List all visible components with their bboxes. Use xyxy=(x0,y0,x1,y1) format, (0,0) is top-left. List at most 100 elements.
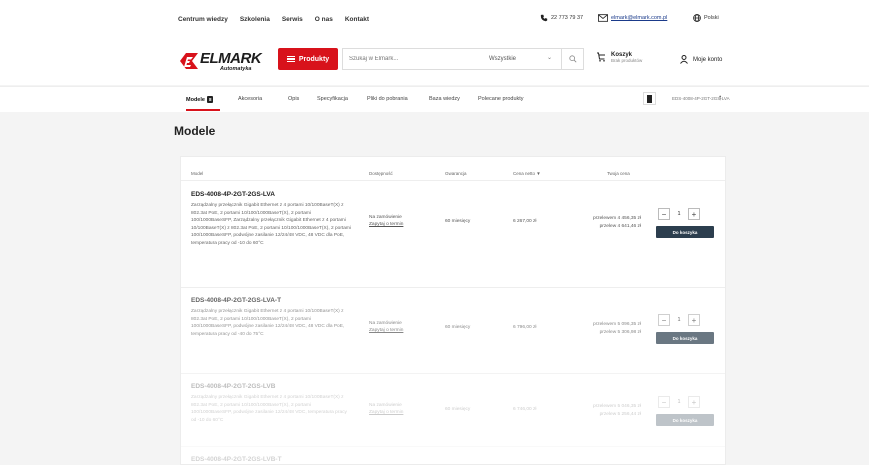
quantity-stepper: − 1 + xyxy=(658,208,700,220)
table-header: Model Dostępność Gwarancja Cena netto ▼ … xyxy=(181,157,725,181)
product-name[interactable]: EDS-4008-4P-2GT-2GS-LVA-T xyxy=(191,297,281,304)
topnav-about[interactable]: O nas xyxy=(315,16,333,23)
quantity-value[interactable]: 1 xyxy=(676,211,682,217)
products-menu-button[interactable]: Produkty xyxy=(278,48,338,70)
topnav-service[interactable]: Serwis xyxy=(282,16,303,23)
top-bar: Centrum wiedzy Szkolenia Serwis O nas Ko… xyxy=(0,0,869,38)
price-block: przelewem 4 456,35 zł przelew 4 641,46 z… xyxy=(561,215,641,231)
net-price: 6 796,00 zł xyxy=(513,325,537,330)
th-net-price[interactable]: Cena netto ▼ xyxy=(513,171,541,176)
ask-term-link[interactable]: Zapytaj o termin xyxy=(369,222,403,227)
active-tab-indicator xyxy=(186,109,220,111)
phone-number: 22 773 79 37 xyxy=(551,15,584,21)
add-to-cart-button[interactable]: Do koszyka xyxy=(656,414,714,426)
search-input[interactable] xyxy=(349,49,479,69)
quantity-stepper: − 1 + xyxy=(658,396,700,408)
account-link[interactable]: Moje konto xyxy=(680,55,722,64)
device-icon xyxy=(647,94,652,103)
price-b-label: przelew xyxy=(599,412,617,417)
tab-models[interactable]: Modele 8 xyxy=(186,96,214,103)
email-link[interactable]: elmark@elmark.com.pl xyxy=(598,14,667,22)
quantity-value[interactable]: 1 xyxy=(676,317,682,323)
cart-link[interactable]: Koszyk Brak produktów xyxy=(596,52,642,63)
globe-icon xyxy=(693,14,701,22)
decrement-button[interactable]: − xyxy=(658,314,670,326)
product-name[interactable]: EDS-4008-4P-2GT-2GS-LVB-T xyxy=(191,456,282,463)
phone-link[interactable]: 22 773 79 37 xyxy=(540,14,583,22)
tab-accessories[interactable]: Akcesoria xyxy=(238,96,262,102)
logo-mark-icon xyxy=(180,53,198,69)
language-label: Polski xyxy=(704,15,719,21)
search-scope-select[interactable]: Wszystkie xyxy=(489,56,516,62)
table-row: EDS-4008-4P-2GT-2GS-LVA Zarządzalny prze… xyxy=(181,182,725,288)
quantity-stepper: − 1 + xyxy=(658,314,700,326)
ask-term-link[interactable]: Zapytaj o termin xyxy=(369,410,403,415)
product-description: Zarządzalny przełącznik Gigabit Ethernet… xyxy=(191,395,347,423)
quantity-value[interactable]: 1 xyxy=(676,399,682,405)
product-thumbnail xyxy=(643,92,656,105)
language-selector[interactable]: Polski xyxy=(693,14,719,22)
price-b-label: przelew xyxy=(599,330,617,335)
product-name[interactable]: EDS-4008-4P-2GT-2GS-LVB xyxy=(191,383,275,390)
price-b: 4 641,46 zł xyxy=(617,224,641,229)
scroll-top-icon[interactable]: ↑ xyxy=(718,93,722,102)
tab-label: Modele xyxy=(186,97,205,103)
availability: Na zamówienie Zapytaj o termin xyxy=(369,321,403,333)
decrement-button[interactable]: − xyxy=(658,396,670,408)
user-icon xyxy=(680,55,688,64)
net-price: 6 267,00 zł xyxy=(513,219,537,224)
search-icon xyxy=(568,55,576,63)
tab-knowledge-base[interactable]: Baza wiedzy xyxy=(429,96,460,102)
page-title: Modele xyxy=(174,124,216,138)
th-model: Model xyxy=(191,171,204,176)
mail-icon xyxy=(598,14,608,22)
price-a: 4 456,35 zł xyxy=(617,216,641,221)
price-a-label: przelewem xyxy=(592,322,617,327)
main-header: ELMARK Automatyka Produkty Wszystkie ⌄ K… xyxy=(0,38,869,85)
search-bar: Wszystkie ⌄ xyxy=(342,48,584,70)
tab-specification[interactable]: Specyfikacja xyxy=(317,96,348,102)
product-name[interactable]: EDS-4008-4P-2GT-2GS-LVA xyxy=(191,191,275,198)
price-block: przelewem 5 096,35 zł przelew 5 306,98 z… xyxy=(561,321,641,337)
price-a-label: przelewem xyxy=(592,404,617,409)
tab-recommended[interactable]: Polecane produkty xyxy=(478,96,524,102)
warranty: 60 miesięcy xyxy=(445,325,471,330)
th-warranty: Gwarancja xyxy=(445,171,467,176)
menu-icon xyxy=(286,56,295,62)
net-price: 6 746,00 zł xyxy=(513,407,537,412)
decrement-button[interactable]: − xyxy=(658,208,670,220)
price-b-label: przelew xyxy=(599,224,617,229)
th-your-price: Twoja cena xyxy=(607,171,630,176)
ask-term-link[interactable]: Zapytaj o termin xyxy=(369,328,403,333)
cart-icon xyxy=(597,52,605,62)
chevron-down-icon: ⌄ xyxy=(547,55,553,61)
table-row: EDS-4008-4P-2GT-2GS-LVB Zarządzalny prze… xyxy=(181,375,725,447)
add-to-cart-button[interactable]: Do koszyka xyxy=(656,226,714,238)
topnav-knowledge[interactable]: Centrum wiedzy xyxy=(178,16,228,23)
availability-status: Na zamówienie xyxy=(369,321,402,326)
cart-status: Brak produktów xyxy=(611,58,643,63)
tab-description[interactable]: Opis xyxy=(288,96,299,102)
th-availability: Dostępność xyxy=(369,171,393,176)
top-nav: Centrum wiedzy Szkolenia Serwis O nas Ko… xyxy=(178,16,369,23)
phone-icon xyxy=(540,14,548,22)
availability-status: Na zamówienie xyxy=(369,215,402,220)
elmark-logo[interactable]: ELMARK Automatyka xyxy=(178,50,262,74)
increment-button[interactable]: + xyxy=(688,314,700,326)
increment-button[interactable]: + xyxy=(688,208,700,220)
topnav-training[interactable]: Szkolenia xyxy=(240,16,270,23)
price-a: 5 046,35 zł xyxy=(617,404,641,409)
topnav-contact[interactable]: Kontakt xyxy=(345,16,369,23)
increment-button[interactable]: + xyxy=(688,396,700,408)
price-a: 5 096,35 zł xyxy=(617,322,641,327)
models-count-badge: 8 xyxy=(206,96,214,103)
email-address: elmark@elmark.com.pl xyxy=(611,15,668,21)
table-row: EDS-4008-4P-2GT-2GS-LVA-T Zarządzalny pr… xyxy=(181,289,725,374)
availability: Na zamówienie Zapytaj o termin xyxy=(369,403,403,415)
add-to-cart-button[interactable]: Do koszyka xyxy=(656,332,714,344)
logo-subtitle: Automatyka xyxy=(220,66,252,72)
warranty: 60 miesięcy xyxy=(445,407,471,412)
price-block: przelewem 5 046,35 zł przelew 5 256,44 z… xyxy=(561,403,641,419)
search-button[interactable] xyxy=(561,49,583,69)
tab-downloads[interactable]: Pliki do pobrania xyxy=(367,96,408,102)
